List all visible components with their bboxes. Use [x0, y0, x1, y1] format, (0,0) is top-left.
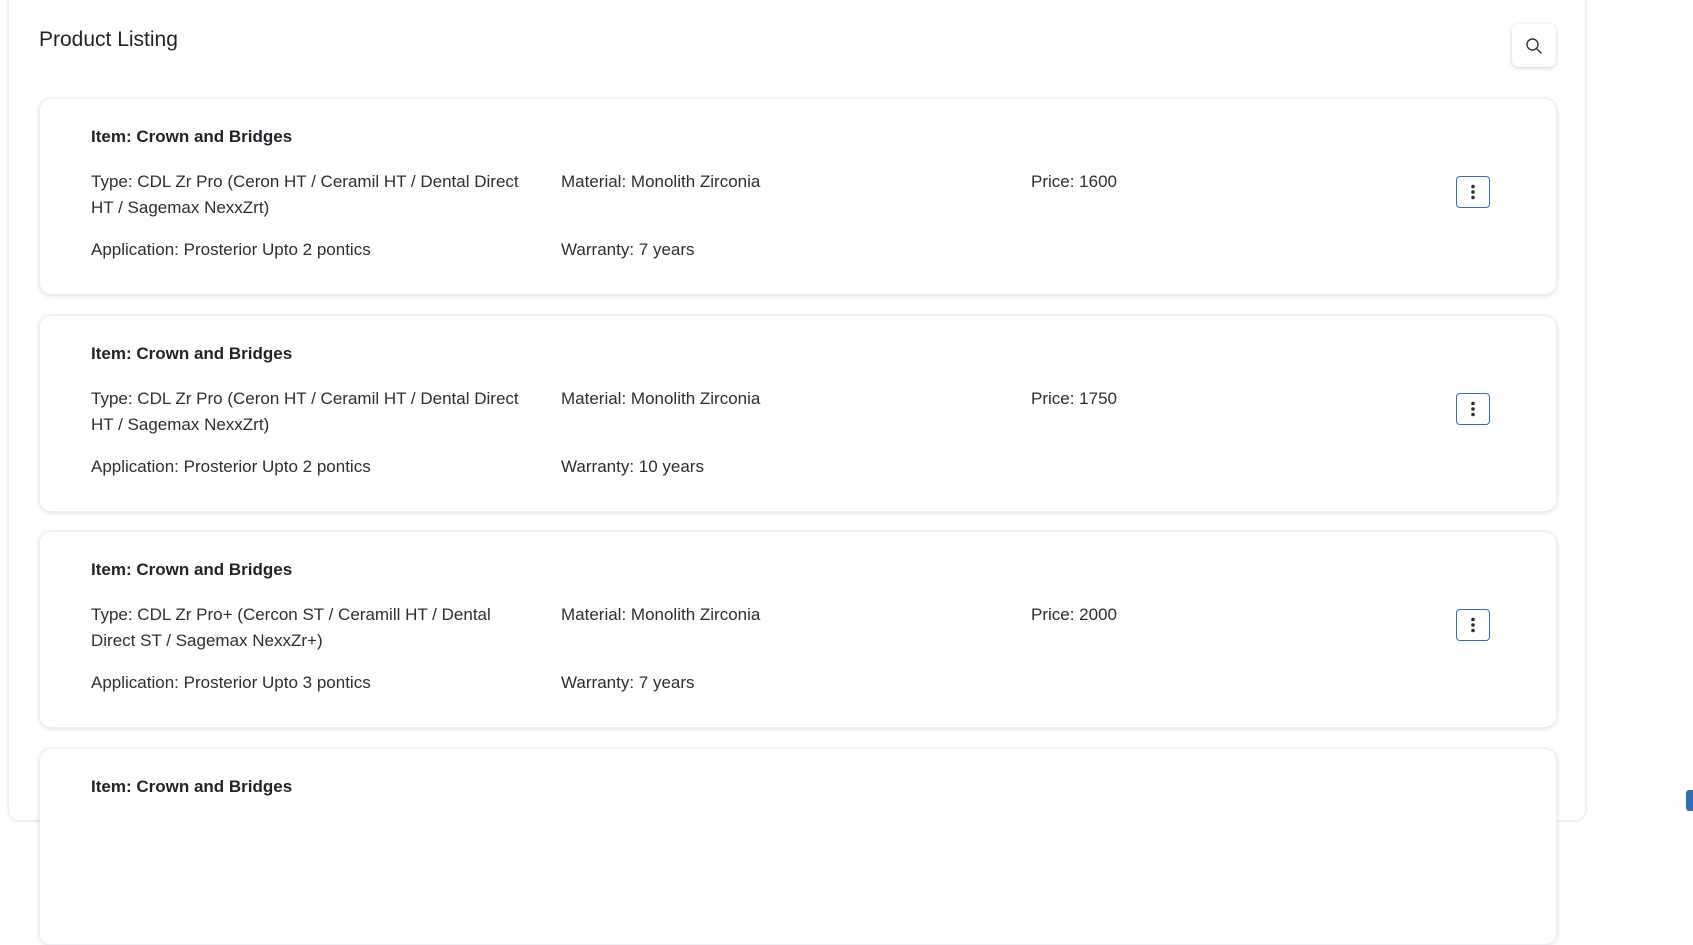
item-title: Item: Crown and Bridges	[91, 560, 293, 579]
product-card: Item: Crown and Bridges Type: CDL Zr Pro…	[39, 98, 1557, 295]
product-card: Item: Crown and Bridges	[39, 748, 1557, 945]
warranty-field: Warranty: 10 years	[561, 457, 704, 476]
type-field: Type: CDL Zr Pro+ (Cercon ST / Ceramill …	[91, 605, 491, 650]
search-button[interactable]	[1512, 24, 1556, 67]
floating-action-edge[interactable]	[1686, 790, 1693, 811]
item-title: Item: Crown and Bridges	[91, 777, 293, 796]
item-title: Item: Crown and Bridges	[91, 344, 293, 363]
material-field: Material: Monolith Zirconia	[561, 605, 761, 624]
type-field: Type: CDL Zr Pro (Ceron HT / Ceramil HT …	[91, 389, 519, 434]
price-field: Price: 1750	[1031, 389, 1117, 408]
search-icon	[1526, 37, 1542, 54]
price-field: Price: 2000	[1031, 605, 1117, 624]
page-title: Product Listing	[39, 28, 178, 51]
product-card: Item: Crown and Bridges Type: CDL Zr Pro…	[39, 531, 1557, 728]
application-field: Application: Prosterior Upto 3 pontics	[91, 673, 371, 692]
type-field: Type: CDL Zr Pro (Ceron HT / Ceramil HT …	[91, 172, 519, 217]
more-options-button[interactable]	[1456, 609, 1490, 641]
material-field: Material: Monolith Zirconia	[561, 389, 761, 408]
product-card: Item: Crown and Bridges Type: CDL Zr Pro…	[39, 315, 1557, 512]
application-field: Application: Prosterior Upto 2 pontics	[91, 457, 371, 476]
warranty-field: Warranty: 7 years	[561, 240, 695, 259]
more-options-button[interactable]	[1456, 176, 1490, 208]
item-title: Item: Crown and Bridges	[91, 127, 293, 146]
price-field: Price: 1600	[1031, 172, 1117, 191]
warranty-field: Warranty: 7 years	[561, 673, 695, 692]
more-vertical-icon	[1471, 617, 1475, 633]
more-vertical-icon	[1471, 184, 1475, 200]
material-field: Material: Monolith Zirconia	[561, 172, 761, 191]
application-field: Application: Prosterior Upto 2 pontics	[91, 240, 371, 259]
more-vertical-icon	[1471, 401, 1475, 417]
more-options-button[interactable]	[1456, 393, 1490, 425]
